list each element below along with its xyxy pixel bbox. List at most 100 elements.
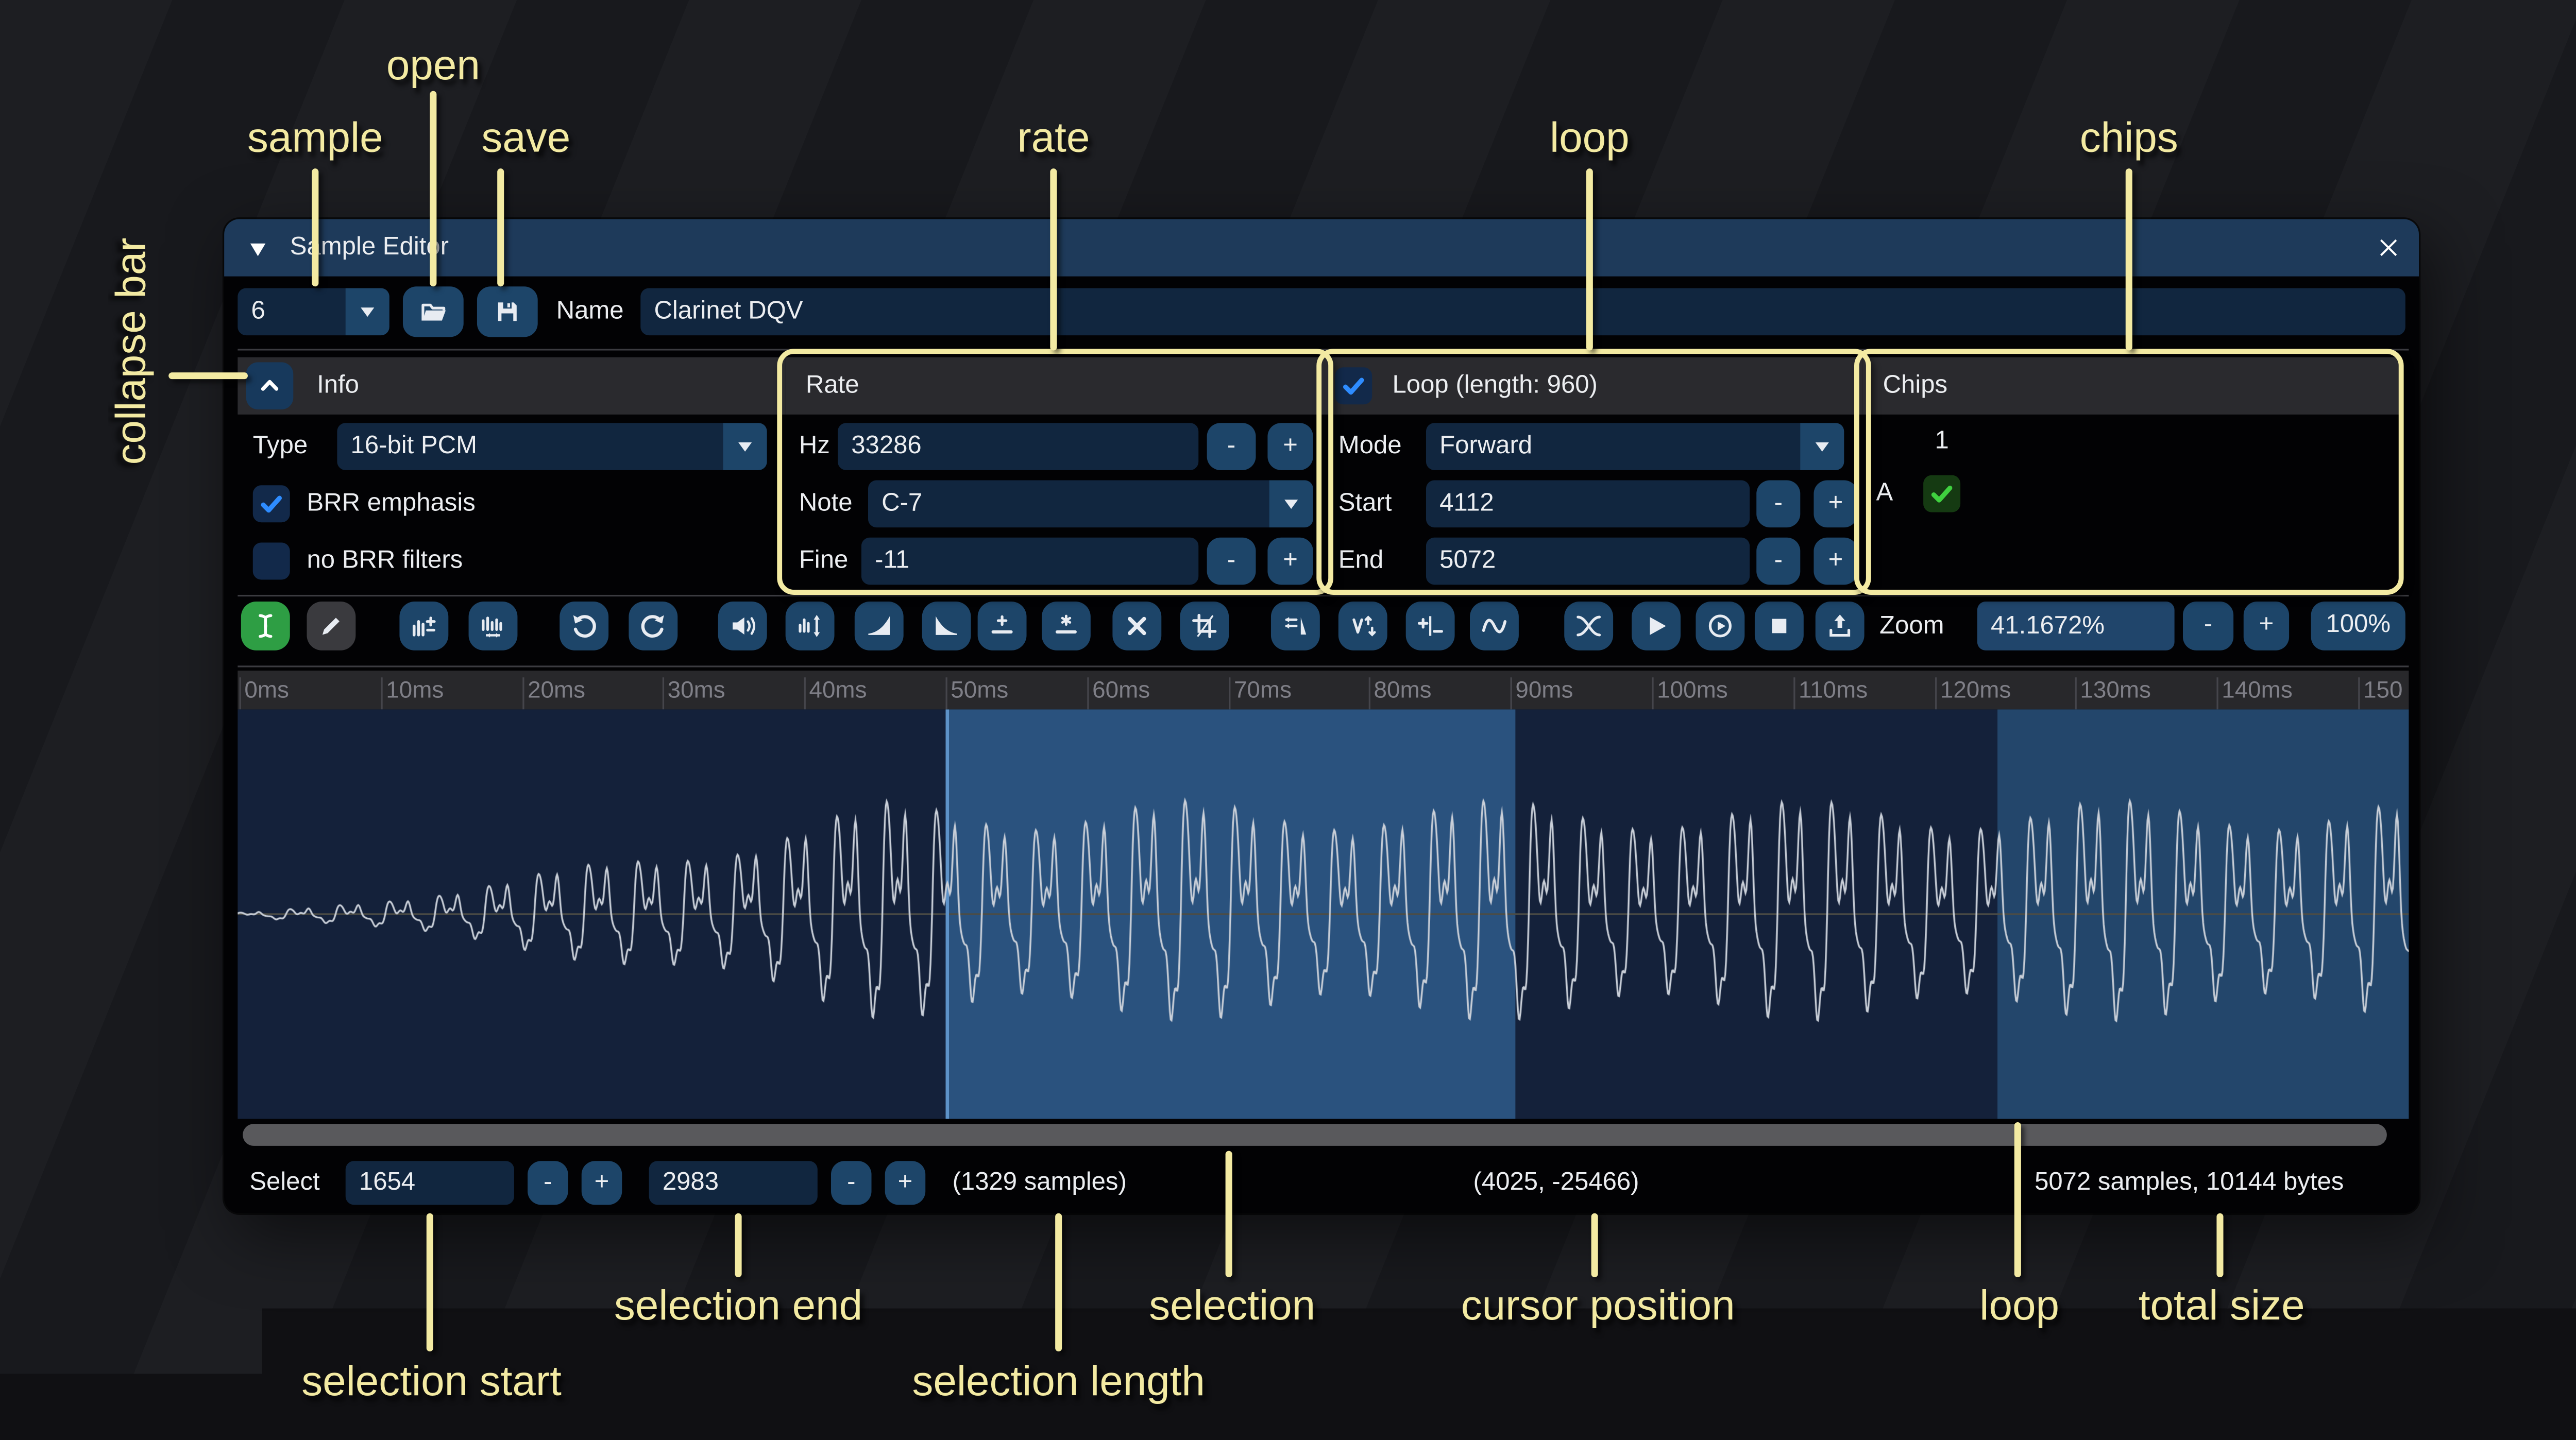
sample-select-combo[interactable]: 6 [238, 288, 389, 335]
selection-end-minus-button[interactable]: - [831, 1161, 872, 1205]
selection-start-minus-button[interactable]: - [528, 1161, 568, 1205]
check-icon [1928, 480, 1955, 507]
ruler-label: 150 [2363, 676, 2402, 702]
loop-start-input[interactable]: 4112 [1426, 480, 1750, 527]
hz-minus-button[interactable]: - [1207, 423, 1256, 470]
resize-button[interactable] [399, 602, 448, 650]
delete-button[interactable] [1112, 602, 1161, 650]
filter-button[interactable] [1470, 602, 1519, 650]
invert-button[interactable] [1338, 602, 1387, 650]
waveform-canvas[interactable] [238, 709, 2409, 1119]
speaker-icon [728, 612, 757, 641]
fade-in-button[interactable] [855, 602, 904, 650]
upload-icon [1825, 612, 1854, 641]
insert-silence-icon [988, 612, 1016, 641]
ruler-tick [1369, 677, 1370, 709]
save-selection-button[interactable] [1816, 602, 1865, 650]
ruler-tick [1652, 677, 1653, 709]
total-size-text: 5072 samples, 10144 bytes [2035, 1156, 2344, 1210]
open-sample-button[interactable] [403, 286, 464, 337]
time-ruler[interactable]: 0ms 10ms 20ms 30ms 40ms 50ms 60ms 70ms 8… [238, 671, 2409, 709]
brr-emphasis-checkbox[interactable] [253, 485, 290, 522]
loop-section: Loop (length: 960) Mode Forward Start 41… [1325, 357, 1863, 593]
select-label: Select [249, 1156, 319, 1210]
sign-button[interactable] [1406, 602, 1455, 650]
selection-start-plus-button[interactable]: + [582, 1161, 622, 1205]
resize-icon [410, 612, 438, 641]
name-input[interactable]: Clarinet DQV [640, 288, 2405, 335]
selection-start-input[interactable]: 1654 [346, 1161, 514, 1205]
info-header-label: Info [317, 357, 359, 415]
fine-minus-button[interactable]: - [1207, 538, 1256, 585]
check-icon [1340, 372, 1367, 399]
loop-start-plus-button[interactable]: + [1814, 480, 1857, 527]
edit-mode-draw-button[interactable] [307, 602, 355, 650]
fade-out-button[interactable] [922, 602, 971, 650]
zoom-reset-button[interactable]: 100% [2311, 602, 2405, 650]
fade-out-icon [932, 612, 961, 641]
apply-silence-button[interactable] [1042, 602, 1091, 650]
info-header: Info [238, 357, 785, 415]
loop-end-input[interactable]: 5072 [1426, 538, 1750, 585]
normalize-button[interactable] [786, 602, 835, 650]
collapse-window-icon[interactable] [246, 237, 270, 261]
resample-button[interactable] [469, 602, 518, 650]
preview-button[interactable] [1632, 602, 1681, 650]
undo-button[interactable] [560, 602, 608, 650]
scrollbar-thumb[interactable] [243, 1124, 2387, 1146]
waveform-scrollbar[interactable] [238, 1124, 2409, 1147]
chips-header-label: Chips [1883, 357, 1948, 415]
annotation-selection-length: selection length [912, 1358, 1205, 1407]
note-value: C-7 [882, 489, 922, 518]
loop-end-minus-button[interactable]: - [1756, 538, 1800, 585]
loop-mode-value: Forward [1439, 432, 1532, 460]
loop-end-plus-button[interactable]: + [1814, 538, 1857, 585]
hz-input[interactable]: 33286 [838, 423, 1198, 470]
i-beam-cursor-icon [251, 612, 280, 641]
reverse-button[interactable] [1271, 602, 1320, 650]
chip-enable-checkbox[interactable] [1923, 475, 1960, 512]
fine-plus-button[interactable]: + [1267, 538, 1313, 585]
undo-icon [570, 612, 599, 641]
selection-end-input[interactable]: 2983 [649, 1161, 818, 1205]
ruler-tick [522, 677, 524, 709]
waveform-area[interactable] [238, 709, 2409, 1119]
loop-mode-combo[interactable]: Forward [1426, 423, 1844, 470]
play-icon [1642, 612, 1671, 641]
zoom-out-button[interactable]: - [2183, 602, 2233, 650]
chevron-up-icon [256, 372, 283, 399]
loop-start-minus-button[interactable]: - [1756, 480, 1800, 527]
redo-button[interactable] [629, 602, 677, 650]
titlebar[interactable]: Sample Editor [224, 219, 2419, 276]
crossfade-button[interactable] [1564, 602, 1613, 650]
loop-enable-checkbox[interactable] [1335, 367, 1372, 404]
trim-button[interactable] [1180, 602, 1229, 650]
collapse-bar-button[interactable] [246, 362, 294, 409]
amplify-button[interactable] [718, 602, 767, 650]
close-button[interactable] [2368, 228, 2409, 268]
save-sample-button[interactable] [477, 286, 538, 337]
ruler-label: 80ms [1374, 676, 1432, 702]
insert-silence-button[interactable] [978, 602, 1027, 650]
ruler-tick [1793, 677, 1795, 709]
callout-line-cursor-position [1591, 1213, 1597, 1277]
no-brr-filters-checkbox[interactable] [253, 543, 290, 580]
zoom-in-button[interactable]: + [2244, 602, 2289, 650]
callout-line-total-size [2216, 1213, 2222, 1277]
annotation-selection-end: selection end [614, 1282, 862, 1331]
redo-icon [639, 612, 668, 641]
annotation-rate: rate [1017, 114, 1090, 163]
zoom-input[interactable]: 41.1672% [1977, 602, 2175, 650]
ruler-label: 40ms [809, 676, 867, 702]
ruler-tick [1087, 677, 1089, 709]
hz-plus-button[interactable]: + [1267, 423, 1313, 470]
plus-minus-icon [1416, 612, 1445, 641]
preview-loop-button[interactable] [1696, 602, 1744, 650]
type-combo[interactable]: 16-bit PCM [337, 423, 767, 470]
stop-preview-button[interactable] [1755, 602, 1804, 650]
fine-input[interactable]: -11 [861, 538, 1198, 585]
edit-mode-select-button[interactable] [241, 602, 290, 650]
note-combo[interactable]: C-7 [868, 480, 1313, 527]
selection-end-plus-button[interactable]: + [885, 1161, 926, 1205]
folder-open-icon [419, 297, 448, 326]
